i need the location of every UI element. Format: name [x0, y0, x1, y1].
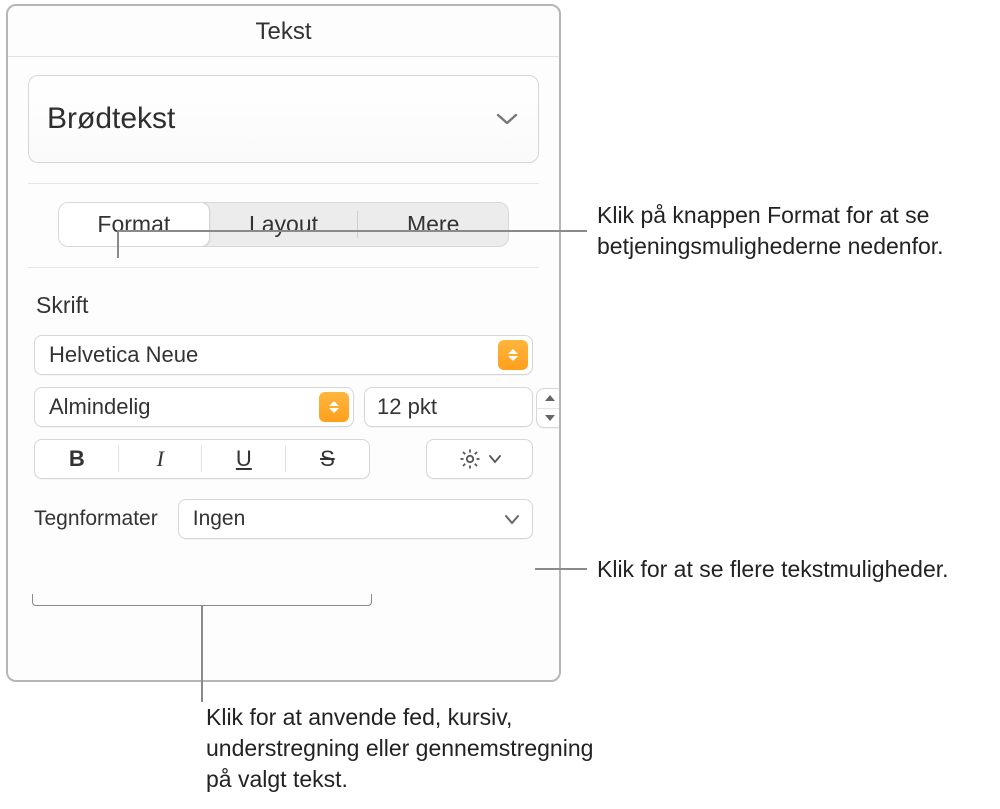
- font-size-field[interactable]: 12 pkt: [364, 387, 533, 427]
- callout-line: [117, 230, 587, 232]
- strikethrough-label: S: [320, 446, 335, 472]
- character-formats-select[interactable]: Ingen: [178, 499, 533, 539]
- gear-icon: [458, 447, 482, 471]
- divider: [28, 267, 539, 268]
- stepper-down[interactable]: [537, 409, 561, 428]
- text-tab-segmented-control: Format Layout Mere: [58, 202, 509, 247]
- divider: [28, 183, 539, 184]
- paragraph-style-label: Brødtekst: [47, 102, 175, 136]
- strikethrough-button[interactable]: S: [286, 440, 370, 478]
- tab-format[interactable]: Format: [58, 202, 210, 247]
- paragraph-style-select[interactable]: Brødtekst: [28, 75, 539, 163]
- chevron-down-icon: [496, 112, 518, 126]
- popup-handle-icon: [498, 340, 528, 370]
- underline-label: U: [236, 446, 252, 472]
- font-variant-select[interactable]: Almindelig: [34, 387, 354, 427]
- text-format-panel: Tekst Brødtekst Format Layout Mere Skrif…: [6, 4, 561, 682]
- tab-format-label: Format: [97, 211, 170, 238]
- bold-button[interactable]: B: [35, 440, 119, 478]
- bold-label: B: [69, 446, 85, 472]
- chevron-down-icon: [504, 514, 520, 525]
- font-family-select[interactable]: Helvetica Neue: [34, 335, 533, 375]
- character-formats-value: Ingen: [193, 507, 246, 531]
- font-size-value: 12 pkt: [377, 394, 437, 420]
- stepper-up[interactable]: [537, 389, 561, 409]
- tab-more-label: Mere: [407, 211, 459, 238]
- italic-button[interactable]: I: [119, 440, 203, 478]
- callout-line: [535, 568, 587, 570]
- callout-bius: Klik for at anvende fed, kursiv, underst…: [206, 702, 606, 795]
- font-section-label: Skrift: [36, 292, 559, 319]
- callout-line: [201, 606, 203, 702]
- panel-title: Tekst: [8, 6, 559, 57]
- font-family-value: Helvetica Neue: [49, 342, 198, 368]
- callout-bracket: [32, 594, 372, 606]
- font-variant-value: Almindelig: [49, 394, 151, 420]
- chevron-down-icon: [488, 454, 502, 464]
- callout-gear: Klik for at se flere tekstmuligheder.: [597, 554, 957, 585]
- callout-format: Klik på knappen Format for at se betjeni…: [597, 200, 987, 262]
- font-size-stepper[interactable]: [536, 388, 561, 428]
- callout-line: [117, 230, 119, 258]
- underline-button[interactable]: U: [202, 440, 286, 478]
- tab-more[interactable]: Mere: [358, 203, 508, 246]
- italic-label: I: [157, 446, 164, 472]
- tab-layout-label: Layout: [249, 211, 318, 238]
- advanced-options-button[interactable]: [426, 439, 533, 479]
- text-style-group: B I U S: [34, 439, 370, 479]
- popup-handle-icon: [319, 392, 349, 422]
- character-formats-label: Tegnformater: [34, 507, 158, 531]
- tab-layout[interactable]: Layout: [209, 203, 359, 246]
